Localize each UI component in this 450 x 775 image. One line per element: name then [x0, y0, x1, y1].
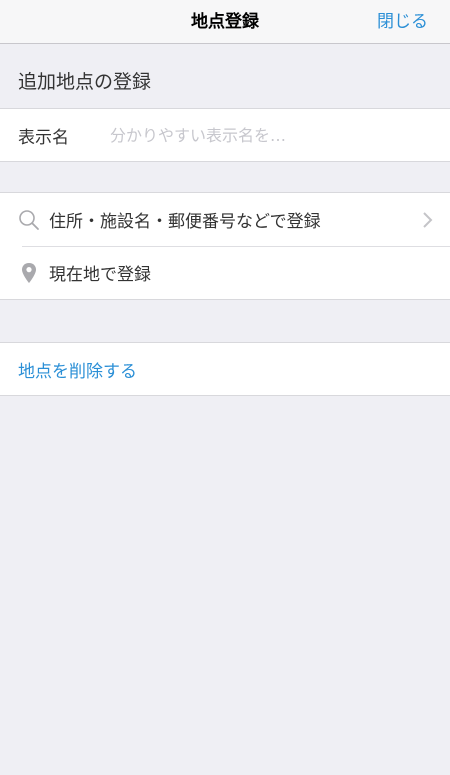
current-location-label: 現在地で登録 — [49, 265, 151, 285]
name-field-group: 表示名 — [0, 108, 450, 162]
close-button[interactable]: 閉じる — [377, 0, 428, 44]
search-icon — [18, 209, 40, 231]
current-location-row[interactable]: 現在地で登録 — [0, 246, 450, 299]
location-pin-icon — [18, 262, 40, 284]
search-register-row[interactable]: 住所・施設名・郵便番号などで登録 — [0, 193, 450, 247]
section-header: 追加地点の登録 — [18, 71, 152, 93]
delete-row[interactable]: 地点を削除する — [0, 343, 450, 396]
delete-group: 地点を削除する — [0, 342, 450, 396]
delete-location-button[interactable]: 地点を削除する — [18, 357, 137, 382]
navigation-bar: 地点登録 閉じる — [0, 0, 450, 44]
chevron-right-icon — [422, 211, 434, 229]
search-register-label: 住所・施設名・郵便番号などで登録 — [49, 212, 321, 232]
name-field-label: 表示名 — [18, 128, 69, 148]
register-options-group: 住所・施設名・郵便番号などで登録 現在地で登録 — [0, 192, 450, 300]
display-name-input[interactable] — [110, 119, 432, 151]
name-field-row: 表示名 — [0, 109, 450, 162]
